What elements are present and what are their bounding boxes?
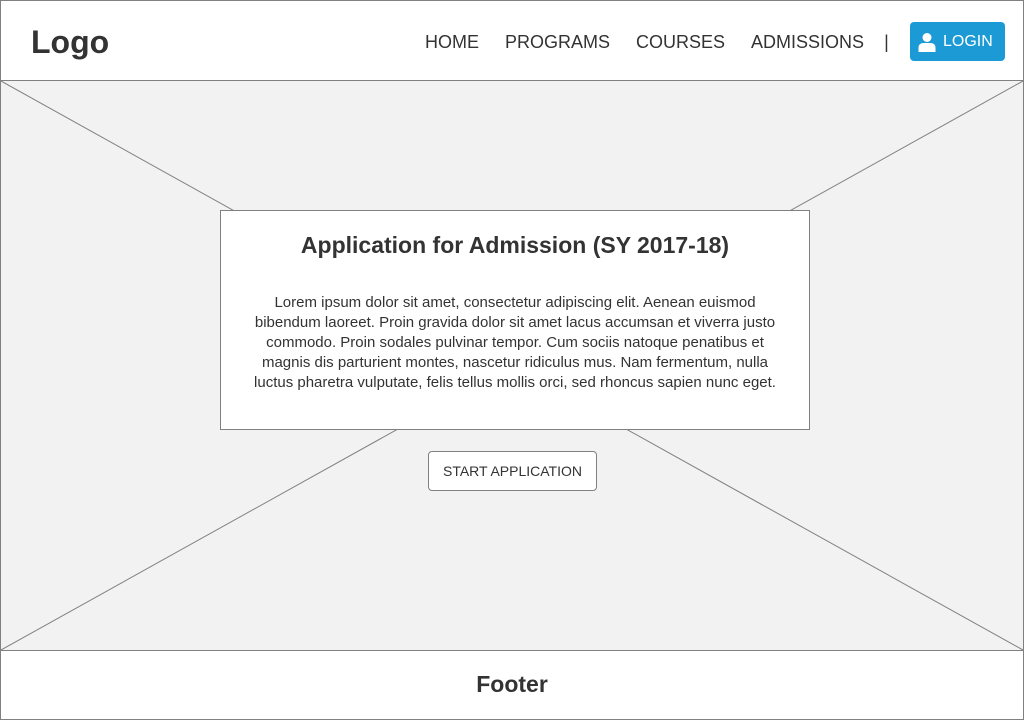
card-title: Application for Admission (SY 2017-18) bbox=[300, 232, 730, 258]
hero-image-placeholder: Application for Admission (SY 2017-18) L… bbox=[1, 81, 1023, 651]
admission-card: Application for Admission (SY 2017-18) L… bbox=[220, 210, 810, 430]
footer: Footer bbox=[1, 651, 1023, 719]
logo[interactable]: Logo bbox=[31, 23, 109, 61]
card-body-text: Lorem ipsum dolor sit amet, consectetur … bbox=[254, 294, 776, 391]
nav-item-programs[interactable]: PROGRAMS bbox=[505, 31, 610, 53]
page: Logo HOME PROGRAMS COURSES ADMISSIONS | … bbox=[0, 0, 1024, 720]
main-nav: HOME PROGRAMS COURSES ADMISSIONS | bbox=[425, 31, 889, 53]
nav-item-home[interactable]: HOME bbox=[425, 31, 479, 53]
header: Logo HOME PROGRAMS COURSES ADMISSIONS | … bbox=[1, 1, 1023, 81]
nav-item-courses[interactable]: COURSES bbox=[636, 31, 725, 53]
nav-separator: | bbox=[884, 32, 889, 52]
user-icon bbox=[918, 32, 936, 52]
start-application-button[interactable]: START APPLICATION bbox=[428, 451, 597, 491]
nav-item-admissions[interactable]: ADMISSIONS bbox=[751, 31, 864, 53]
login-label: LOGIN bbox=[943, 32, 993, 50]
login-button[interactable]: LOGIN bbox=[910, 22, 1005, 61]
footer-label: Footer bbox=[476, 670, 548, 697]
